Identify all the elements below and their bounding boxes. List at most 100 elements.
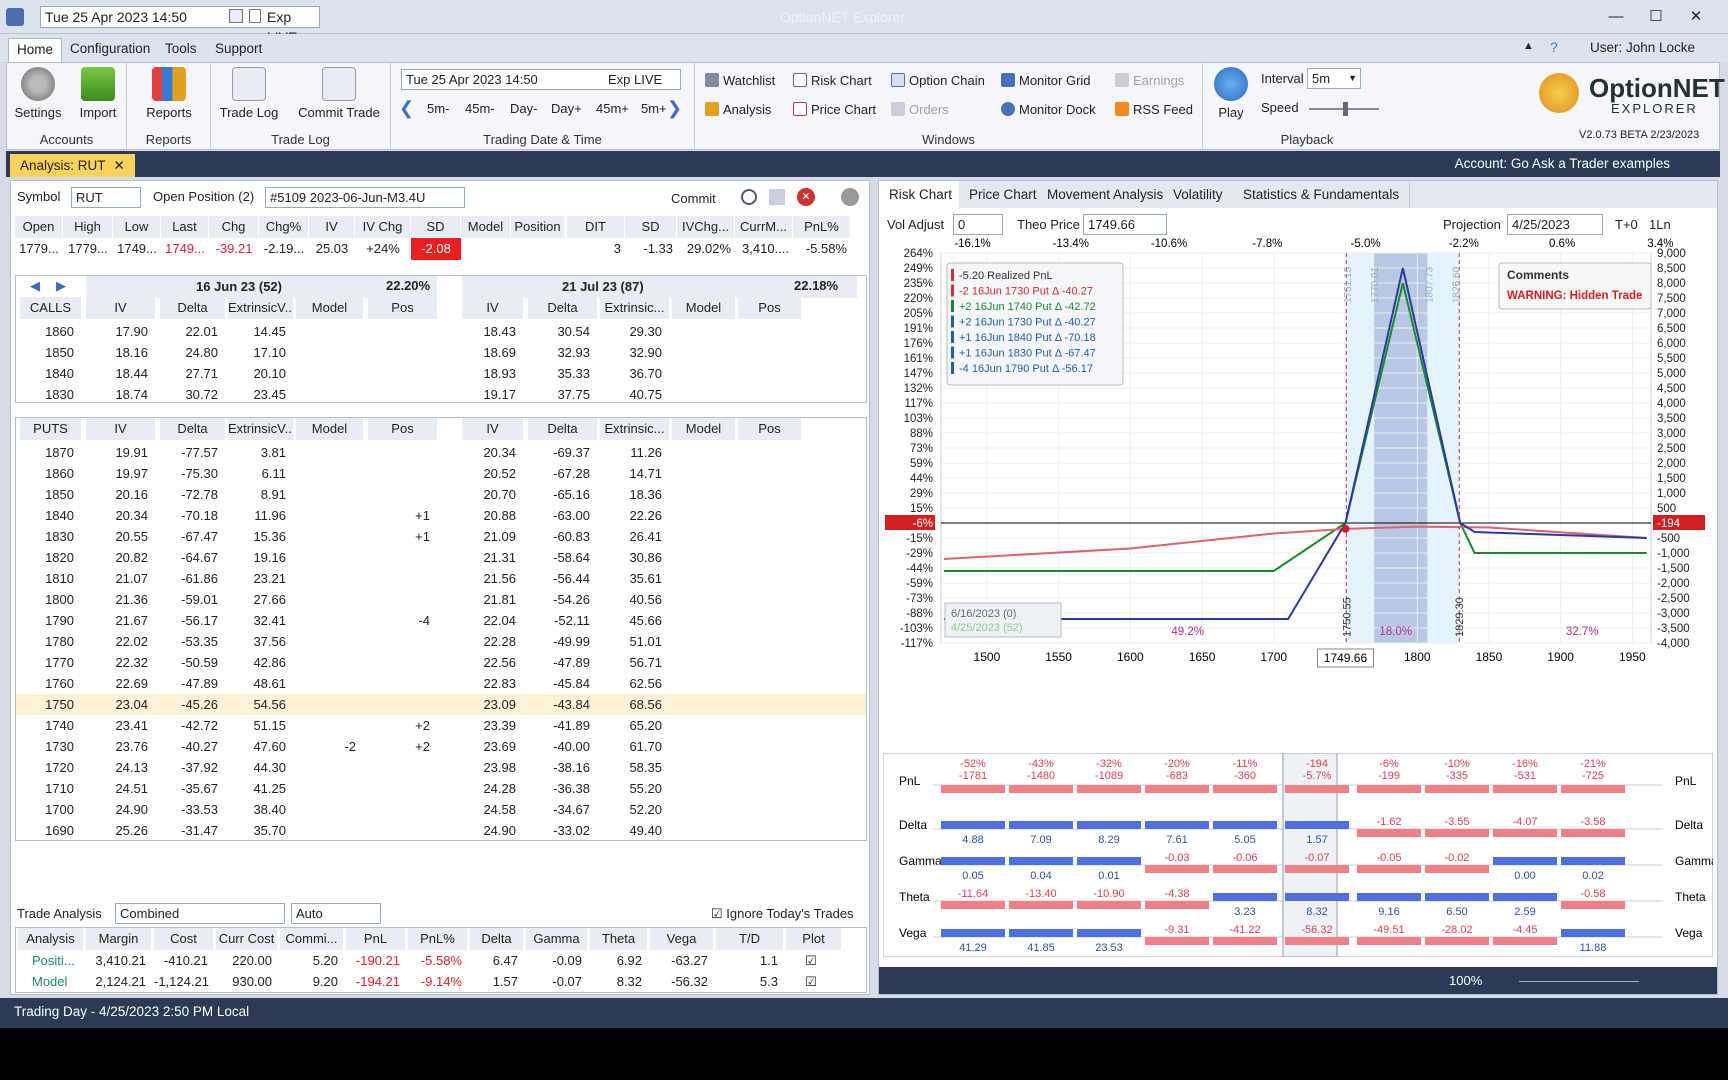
step-5m-back[interactable]: 5m- (427, 98, 449, 120)
close-icon[interactable]: ✕ (1682, 6, 1710, 28)
position-select[interactable]: #5109 2023-06-Jun-M3.4U (265, 187, 465, 208)
ignore-today-checkbox[interactable]: ☑ Ignore Today's Trades (711, 906, 854, 922)
table-row[interactable]: 1840 20.34 -70.18 11.96 +1 20.88 -63.00 22.26 (16, 505, 866, 526)
table-row[interactable]: 1770 22.32 -50.59 42.86 22.56 -47.89 56.71 (16, 652, 866, 673)
interval-select[interactable]: 5m ▼ (1307, 68, 1361, 89)
import-button[interactable]: Import (73, 67, 123, 120)
zoom-slider[interactable] (1519, 981, 1639, 982)
table-row[interactable]: 1850 20.16 -72.78 8.91 20.70 -65.16 18.36 (16, 484, 866, 505)
table-row[interactable]: 1720 24.13 -37.92 44.30 23.98 -38.16 58.35 (16, 757, 866, 778)
analysis-row[interactable]: Model 2,124.21 -1,124.21 930.00 9.20 -194.21 -… (16, 971, 866, 992)
trade-mode-select[interactable]: Combined (115, 903, 285, 924)
plot-checkbox[interactable]: ☑ (786, 950, 836, 971)
trade-auto-select[interactable]: Auto (291, 903, 381, 924)
table-row[interactable]: 1860 19.97 -75.30 6.11 20.52 -67.28 14.71 (16, 463, 866, 484)
commit-trade-button[interactable]: Commit Trade (293, 67, 385, 120)
table-row[interactable]: 1760 22.69 -47.89 48.61 22.83 -45.84 62.56 (16, 673, 866, 694)
tab-volatility[interactable]: Volatility (1163, 181, 1234, 208)
gear-icon[interactable] (841, 188, 859, 206)
prev-icon[interactable]: ❮ (399, 97, 414, 119)
speed-slider[interactable] (1309, 102, 1379, 116)
table-row[interactable]: 1870 19.91 -77.57 3.81 20.34 -69.37 11.26 (16, 442, 866, 463)
tab-movement-analysis[interactable]: Movement Analysis (1037, 181, 1175, 208)
plot-checkbox[interactable]: ☑ (786, 971, 836, 992)
menu-home[interactable]: Home (8, 38, 63, 62)
table-row[interactable]: 1730 23.76 -40.27 47.60 -2 +2 23.69 -40.00 61.70 (16, 736, 866, 757)
earnings-button[interactable]: Earnings (1115, 70, 1184, 92)
prev-exp-icon[interactable]: ◀ (30, 278, 40, 294)
help-icon[interactable]: ? (1550, 39, 1558, 55)
search-icon[interactable] (741, 189, 757, 205)
step-5m-fwd[interactable]: 5m+ (641, 98, 667, 120)
tab-analysis-rut[interactable]: Analysis: RUT ✕ (10, 154, 135, 177)
remove-icon[interactable]: ✕ (797, 188, 815, 206)
rssfeed-button[interactable]: RSS Feed (1115, 99, 1193, 121)
table-row[interactable]: 1710 24.51 -35.67 41.25 24.28 -36.38 55.20 (16, 778, 866, 799)
commit-button[interactable]: Commit (651, 188, 716, 210)
table-row[interactable]: 1830 20.55 -67.47 15.36 +1 21.09 -60.83 26.41 (16, 526, 866, 547)
pricechart-button[interactable]: Price Chart (793, 99, 876, 121)
reports-button[interactable]: Reports (143, 67, 195, 120)
table-row[interactable]: 1780 22.02 -53.35 37.56 22.28 -49.99 51.01 (16, 631, 866, 652)
analysis-row[interactable]: Positi... 3,410.21 -410.21 220.00 5.20 -190.2… (16, 950, 866, 971)
step-45m-fwd[interactable]: 45m+ (596, 98, 629, 120)
monitorgrid-button[interactable]: Monitor Grid (1001, 70, 1091, 92)
tab-close-icon[interactable]: ✕ (114, 158, 125, 173)
trading-date-input[interactable]: Tue 25 Apr 2023 14:50 Exp LIVE (401, 69, 681, 90)
watchlist-button[interactable]: Watchlist (705, 70, 775, 92)
table-row[interactable]: 1690 25.26 -31.47 35.70 24.90 -33.02 49.40 (16, 820, 866, 840)
grid-icon[interactable] (769, 189, 785, 205)
table-row[interactable]: 1700 24.90 -33.53 38.40 24.58 -34.67 52.20 (16, 799, 866, 820)
step-45m-back[interactable]: 45m- (465, 98, 495, 120)
table-row[interactable]: 1840 18.44 27.71 20.10 18.93 35.33 36.70 (16, 363, 866, 384)
calls-grid: 16 Jun 23 (52) 22.20% 21 Jul 23 (87) 22.18%… (15, 275, 867, 403)
menu-support[interactable]: Support (207, 38, 270, 62)
maximize-icon[interactable]: ☐ (1642, 6, 1670, 28)
table-row[interactable]: 1750 23.04 -45.26 54.56 23.09 -43.84 68.56 (16, 694, 866, 715)
menu-tools[interactable]: Tools (157, 38, 205, 62)
minimize-icon[interactable]: — (1602, 6, 1630, 28)
table-row[interactable]: 1800 21.36 -59.01 27.66 21.81 -54.26 40.56 (16, 589, 866, 610)
table-cell: 22.04 (483, 613, 516, 628)
right-value-label: 7,000 (1657, 308, 1686, 320)
table-row[interactable]: 1850 18.16 24.80 17.10 18.69 32.93 32.90 (16, 342, 866, 363)
table-cell: 20.52 (483, 466, 516, 481)
riskchart-button[interactable]: Risk Chart (793, 70, 872, 92)
app-window: Tue 25 Apr 2023 14:50 Exp LIVE OptionNET… (0, 0, 1728, 1028)
table-row[interactable]: 1830 18.74 30.72 23.45 19.17 37.75 40.75 (16, 384, 866, 402)
speed-slider-thumb[interactable] (1343, 102, 1348, 116)
table-row[interactable]: 1740 23.41 -42.72 51.15 +2 23.39 -41.89 65.20 (16, 715, 866, 736)
summary-value: 9.16 (1378, 906, 1399, 918)
tab-price-chart[interactable]: Price Chart (959, 181, 1048, 208)
tab-statistics-fundamentals[interactable]: Statistics & Fundamentals (1233, 181, 1411, 208)
tab-risk-chart[interactable]: Risk Chart (879, 181, 964, 208)
symbol-select[interactable]: RUT (71, 187, 141, 208)
step-icon[interactable] (249, 9, 261, 23)
analysis-cell: -0.09 (552, 953, 582, 968)
table-row[interactable]: 1790 21.67 -56.17 32.41 -4 22.04 -52.11 45.66 (16, 610, 866, 631)
step-day-back[interactable]: Day- (510, 98, 537, 120)
orders-button[interactable]: Orders (891, 99, 949, 121)
menu-configuration[interactable]: Configuration (62, 38, 158, 62)
table-row[interactable]: 1810 21.07 -61.86 23.21 21.56 -56.44 35.61 (16, 568, 866, 589)
step-day-fwd[interactable]: Day+ (551, 98, 582, 120)
calendar-icon[interactable] (229, 9, 243, 23)
play-button[interactable]: Play (1209, 67, 1253, 120)
tradelog-button[interactable]: Trade Log (217, 67, 281, 120)
monitordock-button[interactable]: Monitor Dock (1001, 99, 1096, 121)
titlebar-date[interactable]: Tue 25 Apr 2023 14:50 Exp LIVE (40, 6, 320, 45)
next-icon[interactable]: ❯ (667, 97, 682, 119)
analysis-button[interactable]: Analysis (705, 99, 771, 121)
theo-input[interactable]: 1749.66 (1083, 214, 1167, 235)
optionchain-button[interactable]: Option Chain (891, 70, 985, 92)
quote-value: 1779... (19, 241, 59, 256)
risk-chart[interactable]: 1500 1550 1600 1650 1700 1800 1850 1900 1950 1749… (879, 233, 1717, 685)
collapse-ribbon-icon[interactable]: ▲ (1523, 40, 1534, 52)
settings-button[interactable]: Settings (13, 67, 63, 120)
table-cell: -45.26 (181, 697, 218, 712)
table-row[interactable]: 1860 17.90 22.01 14.45 18.43 30.54 29.30 (16, 321, 866, 342)
voladj-input[interactable]: 0 (953, 214, 1003, 235)
table-row[interactable]: 1820 20.82 -64.67 19.16 21.31 -58.64 30.86 (16, 547, 866, 568)
proj-input[interactable]: 4/25/2023 (1507, 214, 1603, 235)
next-exp-icon[interactable]: ▶ (56, 278, 66, 294)
